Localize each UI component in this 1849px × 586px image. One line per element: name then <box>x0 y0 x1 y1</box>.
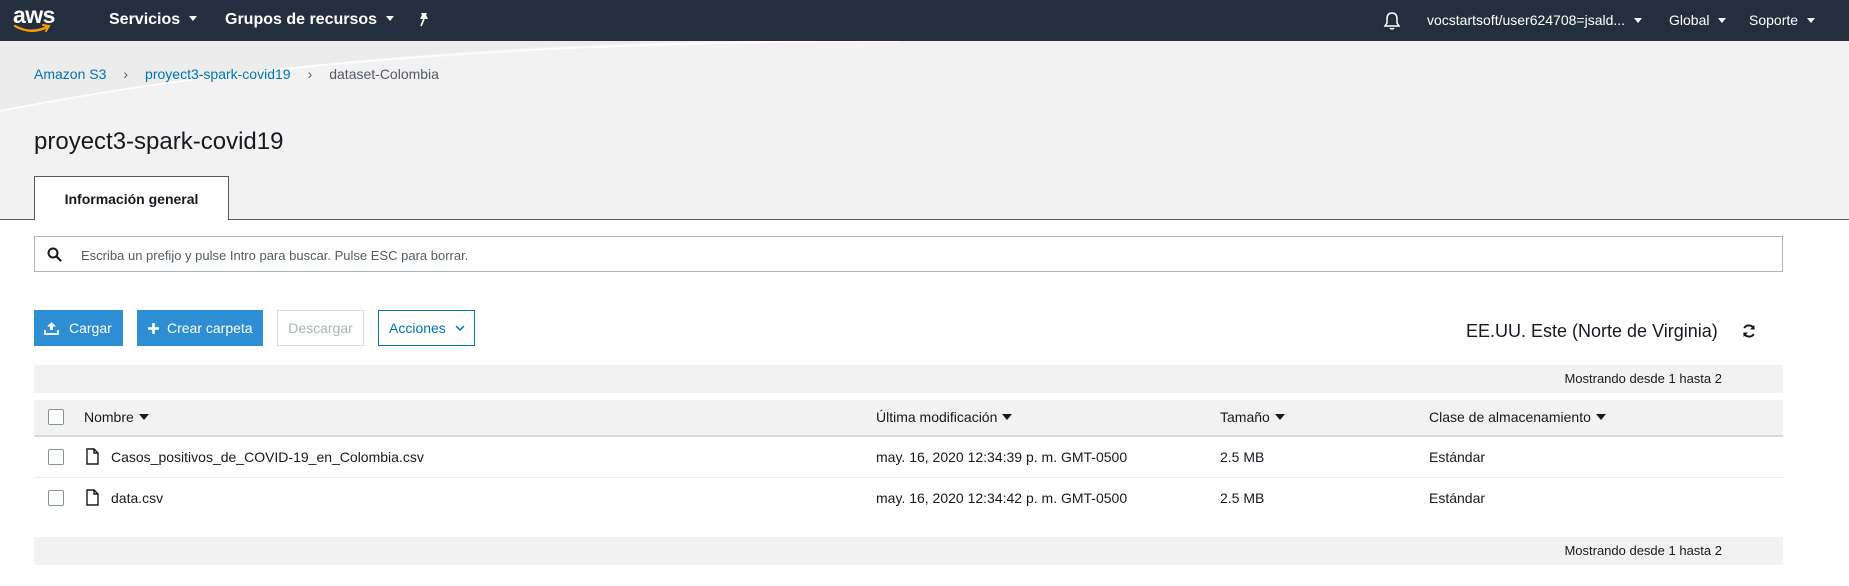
pagination-count: Mostrando desde 1 hasta 2 <box>1564 371 1722 386</box>
search-input[interactable] <box>79 243 1763 267</box>
column-header-modified-label: Última modificación <box>876 409 998 425</box>
services-menu-label: Servicios <box>109 11 181 28</box>
create-folder-button-label: Crear carpeta <box>167 320 253 336</box>
column-header-storage-class-label: Clase de almacenamiento <box>1429 409 1591 425</box>
breadcrumb-separator-icon: › <box>307 66 313 82</box>
aws-smile-icon <box>13 24 51 32</box>
sort-icon <box>1002 414 1013 420</box>
pagination-count: Mostrando desde 1 hasta 2 <box>1564 543 1722 558</box>
sort-icon <box>1274 414 1285 420</box>
column-header-modified[interactable]: Última modificación <box>876 409 1013 425</box>
sort-icon <box>138 414 149 420</box>
breadcrumb-separator-icon: › <box>123 66 129 82</box>
support-menu-label: Soporte <box>1749 12 1799 28</box>
tab-divider <box>0 219 1849 220</box>
file-storage-class: Estándar <box>1429 449 1486 465</box>
row-checkbox[interactable] <box>48 490 64 506</box>
plus-icon <box>148 323 159 334</box>
actions-dropdown-label: Acciones <box>389 320 446 336</box>
region-global-menu-label: Global <box>1669 12 1710 28</box>
table-header: Nombre Última modificación Tamaño Clase … <box>34 400 1783 437</box>
file-name-link[interactable]: Casos_positivos_de_COVID-19_en_Colombia.… <box>111 449 424 465</box>
file-modified: may. 16, 2020 12:34:39 p. m. GMT-0500 <box>876 449 1128 465</box>
tab-overview[interactable]: Información general <box>34 176 229 220</box>
table-row[interactable]: data.csv may. 16, 2020 12:34:42 p. m. GM… <box>34 478 1783 518</box>
column-header-storage-class[interactable]: Clase de almacenamiento <box>1429 409 1606 425</box>
breadcrumb-amazon-s3[interactable]: Amazon S3 <box>34 66 106 82</box>
file-size: 2.5 MB <box>1220 449 1265 465</box>
resource-groups-menu-label: Grupos de recursos <box>225 11 378 28</box>
pagination-strip-top: Mostrando desde 1 hasta 2 <box>34 365 1783 393</box>
top-navigation-bar: aws Servicios Grupos de recursos vocstar… <box>0 0 1849 41</box>
file-icon <box>86 448 99 465</box>
file-size: 2.5 MB <box>1220 490 1265 506</box>
breadcrumb: Amazon S3 › proyect3-spark-covid19 › dataset… <box>34 66 439 82</box>
column-header-name[interactable]: Nombre <box>84 409 149 425</box>
chevron-down-icon <box>1634 18 1643 23</box>
resource-groups-menu[interactable]: Grupos de recursos <box>225 11 395 29</box>
page-title: proyect3-spark-covid19 <box>34 128 284 155</box>
upload-button[interactable]: Cargar <box>34 310 123 346</box>
search-box <box>34 236 1783 272</box>
region-global-menu[interactable]: Global <box>1669 12 1727 28</box>
breadcrumb-current-folder: dataset-Colombia <box>329 66 439 82</box>
file-name-link[interactable]: data.csv <box>111 490 163 506</box>
column-header-size-label: Tamaño <box>1220 409 1270 425</box>
file-storage-class: Estándar <box>1429 490 1486 506</box>
refresh-icon[interactable] <box>1741 323 1757 339</box>
chevron-down-icon <box>386 16 395 21</box>
chevron-down-icon <box>1718 18 1727 23</box>
create-folder-button[interactable]: Crear carpeta <box>137 310 263 346</box>
breadcrumb-bucket[interactable]: proyect3-spark-covid19 <box>145 66 291 82</box>
actions-dropdown[interactable]: Acciones <box>378 310 475 346</box>
account-menu[interactable]: vocstartsoft/user624708=jsald... <box>1427 12 1643 28</box>
chevron-down-icon <box>1807 18 1816 23</box>
services-menu[interactable]: Servicios <box>109 11 198 29</box>
chevron-down-icon <box>455 325 465 332</box>
pin-icon[interactable] <box>417 12 431 28</box>
file-modified: may. 16, 2020 12:34:42 p. m. GMT-0500 <box>876 490 1128 506</box>
column-header-name-label: Nombre <box>84 409 134 425</box>
column-header-size[interactable]: Tamaño <box>1220 409 1285 425</box>
upload-icon <box>44 322 59 335</box>
chevron-down-icon <box>189 16 198 21</box>
account-menu-label: vocstartsoft/user624708=jsald... <box>1427 12 1626 28</box>
aws-logo[interactable]: aws <box>13 2 59 36</box>
file-icon <box>86 489 99 506</box>
region-label: EE.UU. Este (Norte de Virginia) <box>1466 321 1718 341</box>
search-icon <box>47 247 62 262</box>
download-button[interactable]: Descargar <box>277 310 364 346</box>
upload-button-label: Cargar <box>69 320 112 336</box>
table-row[interactable]: Casos_positivos_de_COVID-19_en_Colombia.… <box>34 437 1783 478</box>
bell-icon[interactable] <box>1383 11 1401 31</box>
select-all-checkbox[interactable] <box>48 409 64 425</box>
support-menu[interactable]: Soporte <box>1749 12 1816 28</box>
sort-icon <box>1595 414 1606 420</box>
row-checkbox[interactable] <box>48 449 64 465</box>
pagination-strip-bottom: Mostrando desde 1 hasta 2 <box>34 537 1783 565</box>
